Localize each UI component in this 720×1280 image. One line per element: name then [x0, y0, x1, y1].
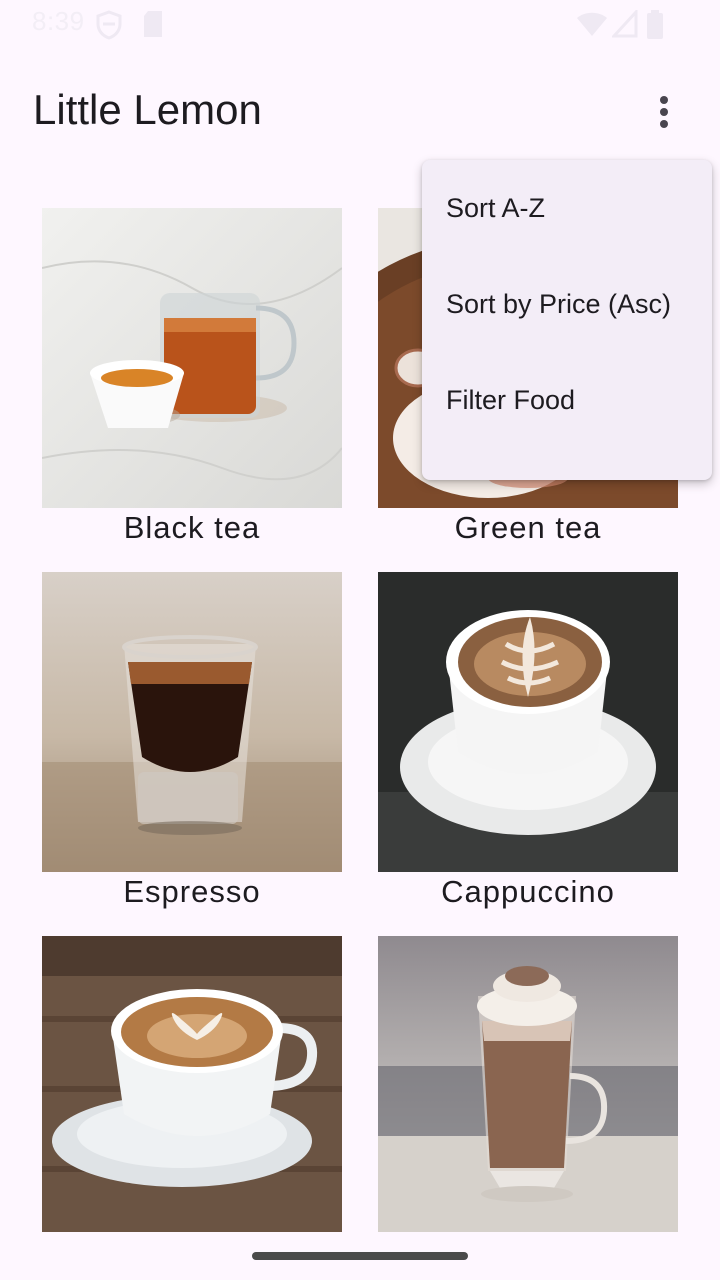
espresso-image	[42, 572, 342, 872]
gesture-nav-handle[interactable]	[252, 1252, 468, 1260]
status-time: 8:39	[32, 6, 85, 36]
signal-icon	[612, 10, 638, 38]
hot-chocolate-image	[378, 936, 678, 1232]
menu-item-sort-a-z[interactable]: Sort A-Z	[422, 160, 712, 256]
top-app-bar: Little Lemon	[0, 64, 720, 160]
battery-icon	[647, 10, 663, 39]
status-bar: 8:39	[0, 0, 720, 48]
item-name: Black tea	[123, 510, 261, 545]
wifi-icon	[577, 12, 607, 36]
overflow-menu: Sort A-Z Sort by Price (Asc) Filter Food	[422, 160, 712, 480]
menu-item-filter-food[interactable]: Filter Food	[422, 352, 712, 448]
more-vert-icon[interactable]	[640, 88, 688, 136]
item-name: Green tea	[454, 510, 602, 545]
latte-image	[42, 936, 342, 1232]
menu-item-sort-by-price[interactable]: Sort by Price (Asc)	[422, 256, 712, 352]
sim-card-icon	[144, 11, 162, 37]
item-name: Cappuccino	[441, 874, 615, 909]
black-tea-image	[42, 208, 342, 508]
item-name: Espresso	[123, 874, 261, 909]
cappuccino-image	[378, 572, 678, 872]
shield-icon	[96, 10, 122, 40]
app-title: Little Lemon	[33, 86, 262, 133]
